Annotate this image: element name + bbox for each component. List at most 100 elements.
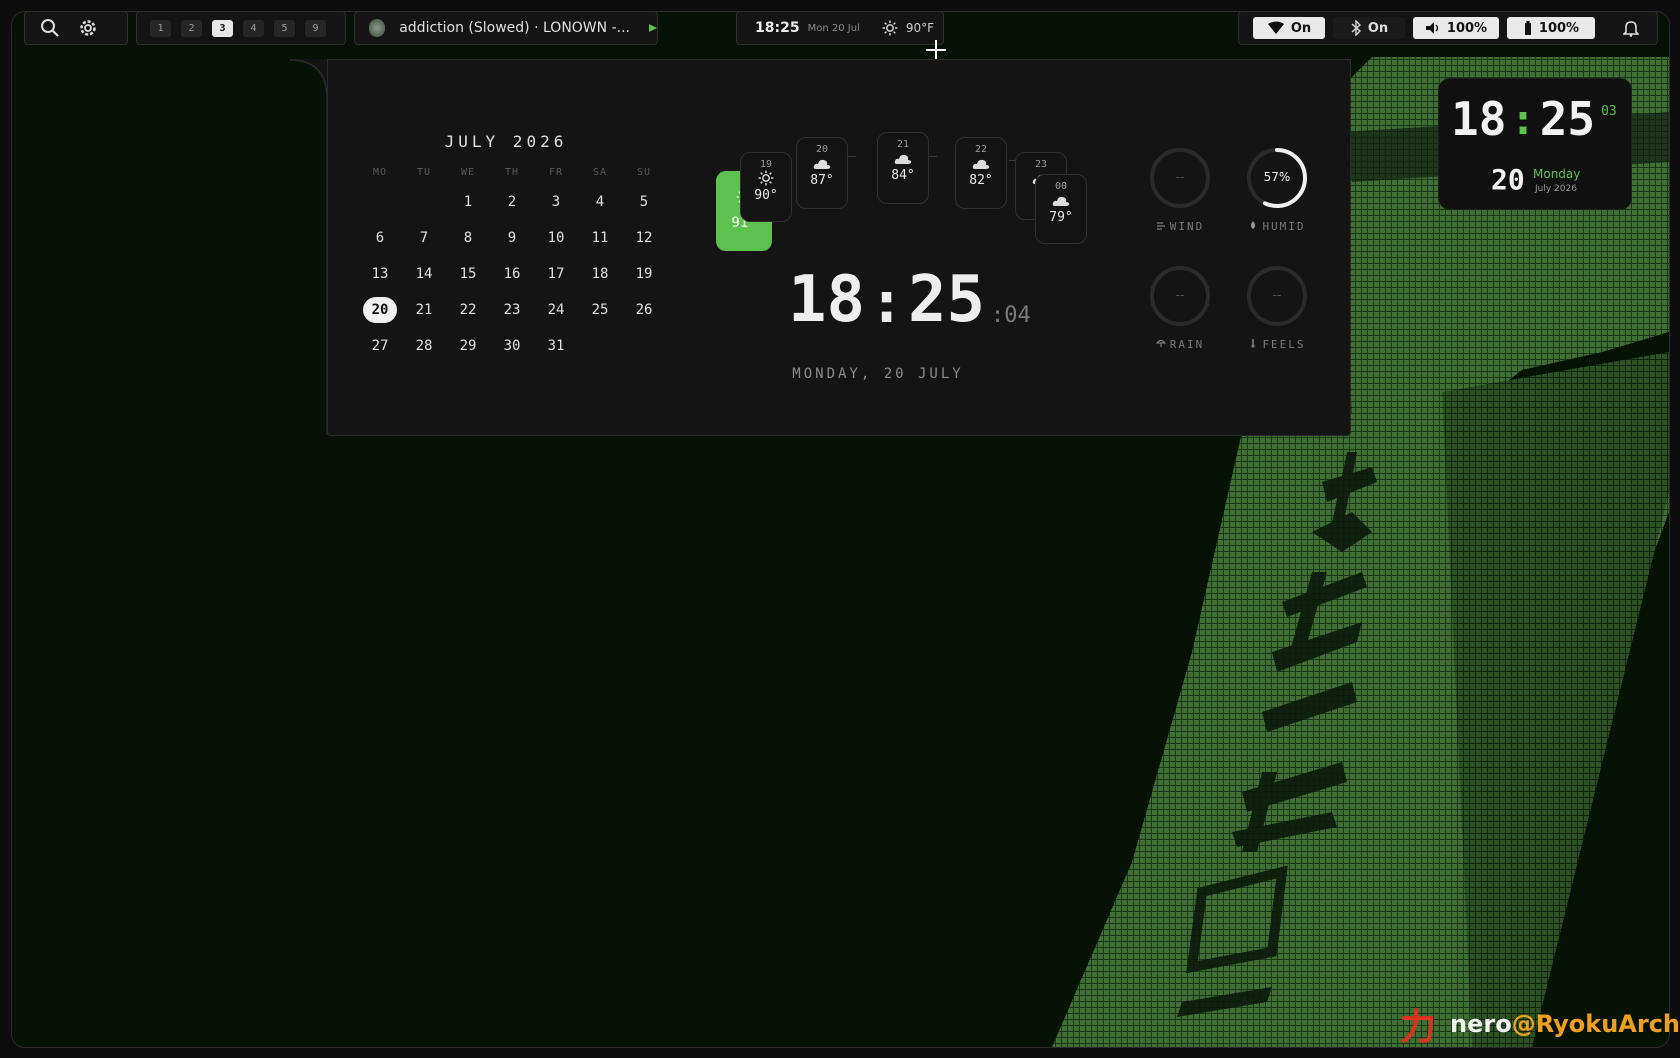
calendar-day[interactable]: 18 [578,256,622,292]
desktop-clock-weekday: Monday [1533,167,1581,181]
cloud-icon [813,159,831,169]
calendar-day[interactable]: 8 [446,220,490,256]
settings-button[interactable] [73,13,103,43]
workspace-button-1[interactable]: 1 [150,19,171,37]
calendar-day[interactable]: 22 [446,292,490,328]
calendar-day[interactable]: 17 [534,256,578,292]
speaker-icon [1425,22,1439,34]
calendar-day [358,184,402,220]
forecast-hour: 19 [759,159,773,170]
calendar-day[interactable]: 12 [622,220,666,256]
calendar-day[interactable]: 5 [622,184,666,220]
search-button[interactable] [35,13,65,43]
forecast-card[interactable]: 19 90° [740,152,792,222]
gear-icon [80,20,96,36]
calendar-day[interactable]: 30 [490,328,534,364]
calendar-day[interactable]: 24 [534,292,578,328]
forecast-card[interactable]: 22 82° [955,137,1007,209]
gauge-icon-wrap [1248,338,1258,351]
calendar-day-today[interactable]: 20 [358,292,402,328]
media-widget[interactable]: addiction (Slowed) · LONOWN -... [354,11,658,45]
calendar-day[interactable]: 9 [490,220,534,256]
calendar-day[interactable]: 1 [446,184,490,220]
forecast-temp: 79° [1049,210,1073,225]
desktop-clock-day: 20 [1491,163,1525,196]
wifi-toggle[interactable]: On [1253,17,1325,39]
wifi-icon [1267,21,1284,34]
workspace-button-3[interactable]: 3 [212,19,233,37]
calendar-day[interactable]: 19 [622,256,666,292]
calendar-day[interactable]: 14 [402,256,446,292]
forecast-temp: 82° [969,173,993,188]
gauge-value: 57% [1263,170,1291,184]
cloud-icon [1052,196,1070,206]
calendar-day[interactable]: 6 [358,220,402,256]
gauge-value: -- [1175,170,1185,184]
calendar-day[interactable]: 2 [490,184,534,220]
calendar-day[interactable]: 28 [402,328,446,364]
calendar-day[interactable]: 11 [578,220,622,256]
cloud-icon [972,159,990,169]
calendar-day[interactable]: 7 [402,220,446,256]
calendar-day [622,328,666,364]
gauge-label-text: FEELS [1262,338,1306,351]
calendar-day[interactable]: 3 [534,184,578,220]
forecast-card[interactable]: 00 79° [1035,174,1087,244]
notification-bell-icon[interactable] [1623,19,1639,37]
status-group: On On 100% 100% [1238,11,1658,45]
calendar-day[interactable]: 10 [534,220,578,256]
workspace-button-5[interactable]: 5 [274,19,295,37]
calendar-day[interactable]: 23 [490,292,534,328]
forecast-card[interactable]: 21 84° [877,132,929,204]
launcher-group [24,11,128,45]
calendar-day[interactable]: 13 [358,256,402,292]
battery-status[interactable]: 100% [1507,17,1595,39]
forecast-card[interactable]: 20 87° [796,137,848,209]
calendar-week: 13 14 15 16 17 18 19 [358,256,710,292]
volume-control[interactable]: 100% [1413,17,1499,39]
gauge-icon-wrap [1155,338,1166,351]
calendar-day[interactable]: 26 [622,292,666,328]
gauge-label-text: RAIN [1169,338,1205,351]
calendar-day[interactable]: 16 [490,256,534,292]
play-icon[interactable] [648,23,657,33]
calendar-day[interactable]: 15 [446,256,490,292]
workspace-button-2[interactable]: 2 [181,19,202,37]
calendar-day[interactable]: 27 [358,328,402,364]
signature-host: @RyokuArch [1511,1010,1680,1038]
calendar-week: 12345 [358,184,710,220]
forecast-temp: 84° [891,168,915,183]
weekday-label: TU [416,166,432,178]
gauge-label: FEELS [1232,338,1322,351]
calendar-week: 6 7 8 9 10 11 12 [358,220,710,256]
bluetooth-icon [1351,20,1361,36]
umbrella-icon [1155,339,1166,347]
thermometer-icon [1251,339,1256,348]
gauge-label: RAIN [1135,338,1225,351]
clock-widget[interactable]: 18:25 Mon 20 Jul 90°F [736,11,944,45]
desktop-clock-hours: 18 [1451,92,1507,146]
workspace-switcher: 123459 [136,11,346,45]
workspace-button-4[interactable]: 4 [243,19,264,37]
calendar-day[interactable]: 21 [402,292,446,328]
calendar-day[interactable]: 29 [446,328,490,364]
bluetooth-toggle[interactable]: On [1333,17,1405,39]
desktop-clock-widget: 18 : 25 03 20 Monday July 2026 [1438,78,1632,210]
calendar-day [578,328,622,364]
forecast-connector [929,156,937,157]
topbar-date: Mon 20 Jul [807,22,860,34]
weekday-label: FR [548,166,564,178]
calendar-day[interactable]: 31 [534,328,578,364]
calendar-day[interactable]: 25 [578,292,622,328]
signature: 力 nero@RyokuArch [1400,998,1680,1050]
volume-level: 100% [1446,20,1488,36]
big-clock-seconds: :04 [991,303,1031,328]
workspace-button-9[interactable]: 9 [305,19,326,37]
calendar-grid: MO TU WE TH FR SA SU 1 2 3 4 5 6 7 8 9 10 11 12 13 14 15 16 17 1… [358,160,710,364]
calendar-title: JULY 2026 [444,132,568,151]
calendar-week: 27 28 29 30 31 [358,328,710,364]
calendar-day[interactable]: 4 [578,184,622,220]
forecast-icon-wrap [1036,192,1086,210]
sun-icon [882,20,898,36]
gauge-icon-wrap [1156,220,1166,233]
